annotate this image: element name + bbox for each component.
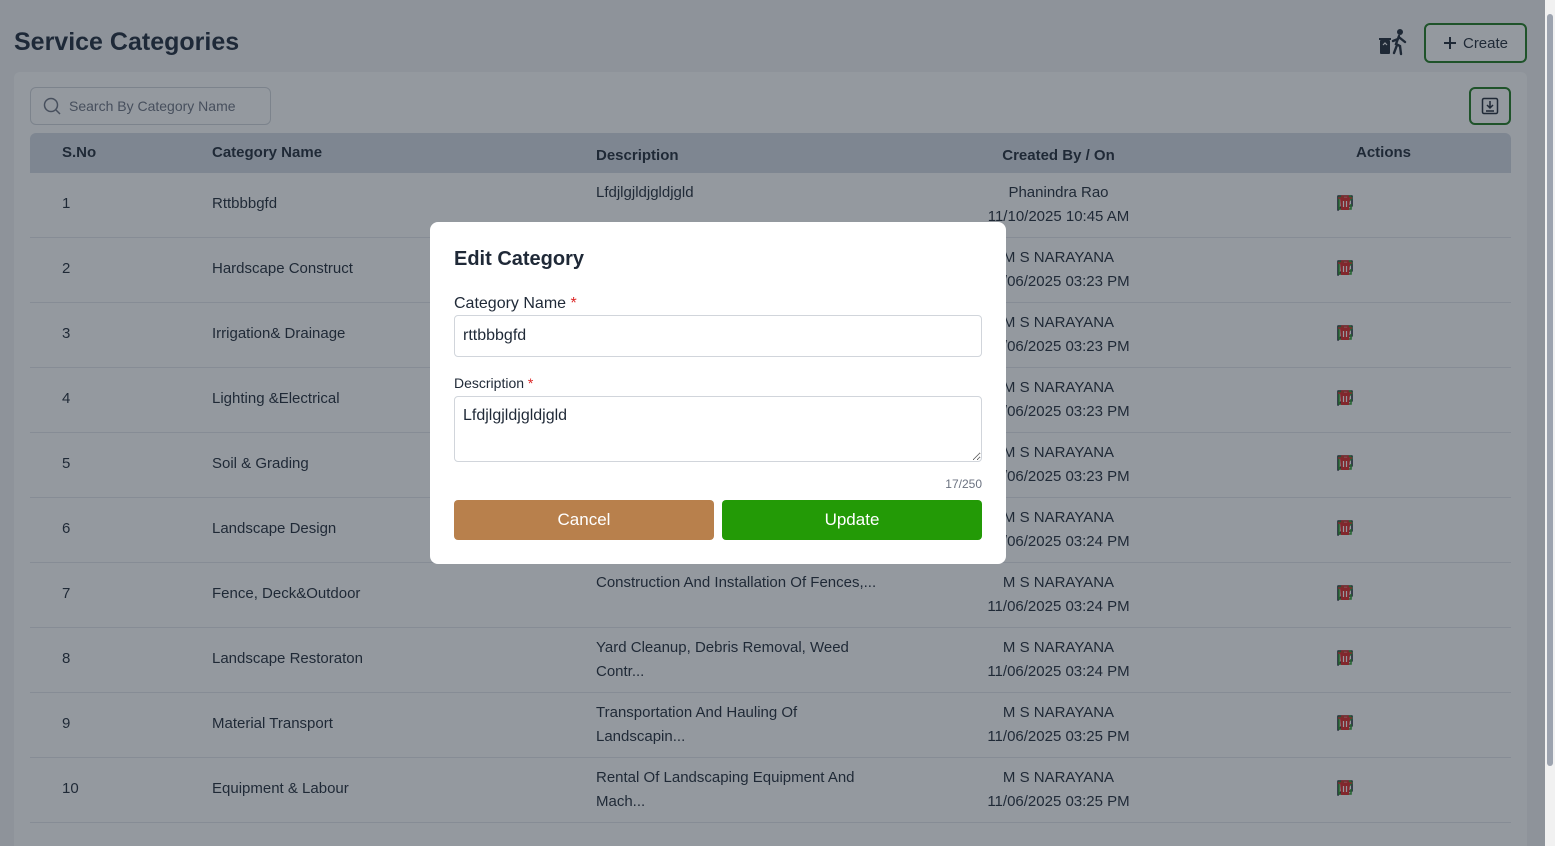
required-mark: * xyxy=(570,295,577,312)
page-scrollbar[interactable] xyxy=(1545,0,1555,846)
description-label-text: Description xyxy=(454,375,525,391)
character-counter: 17/250 xyxy=(945,477,982,491)
required-mark: * xyxy=(527,375,534,391)
category-name-label: Category Name * xyxy=(454,295,982,313)
category-name-label-text: Category Name xyxy=(454,295,567,312)
modal-buttons: Cancel Update xyxy=(454,500,982,540)
edit-category-modal: Edit Category Category Name * Descriptio… xyxy=(430,222,1006,564)
modal-title: Edit Category xyxy=(454,248,585,270)
category-name-input[interactable] xyxy=(454,315,982,357)
description-label: Description * xyxy=(454,375,982,391)
cancel-button[interactable]: Cancel xyxy=(454,500,714,540)
scrollbar-thumb[interactable] xyxy=(1547,14,1553,766)
update-button[interactable]: Update xyxy=(722,500,982,540)
description-textarea[interactable]: Lfdjlgjldjgldjgld xyxy=(454,396,982,462)
